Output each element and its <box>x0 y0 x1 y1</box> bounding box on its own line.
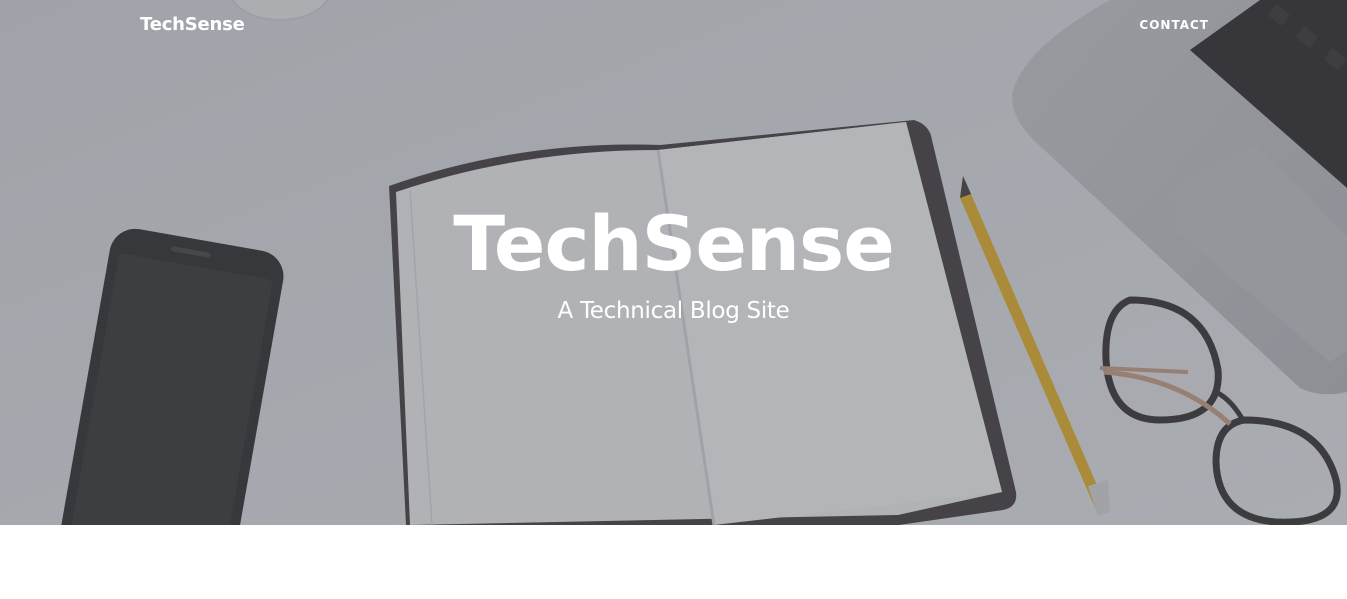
site-heading: TechSense A Technical Blog Site <box>0 198 1347 326</box>
content-area <box>0 525 1347 599</box>
site-subtitle: A Technical Blog Site <box>557 298 790 324</box>
navbar: TechSense CONTACT <box>0 0 1347 52</box>
nav-contact-link[interactable]: CONTACT <box>1139 18 1209 32</box>
brand-link[interactable]: TechSense <box>140 14 245 35</box>
page: TechSense CONTACT TechSense A Technical … <box>0 0 1347 599</box>
site-title: TechSense <box>453 199 895 288</box>
hero-header: TechSense CONTACT TechSense A Technical … <box>0 0 1347 525</box>
